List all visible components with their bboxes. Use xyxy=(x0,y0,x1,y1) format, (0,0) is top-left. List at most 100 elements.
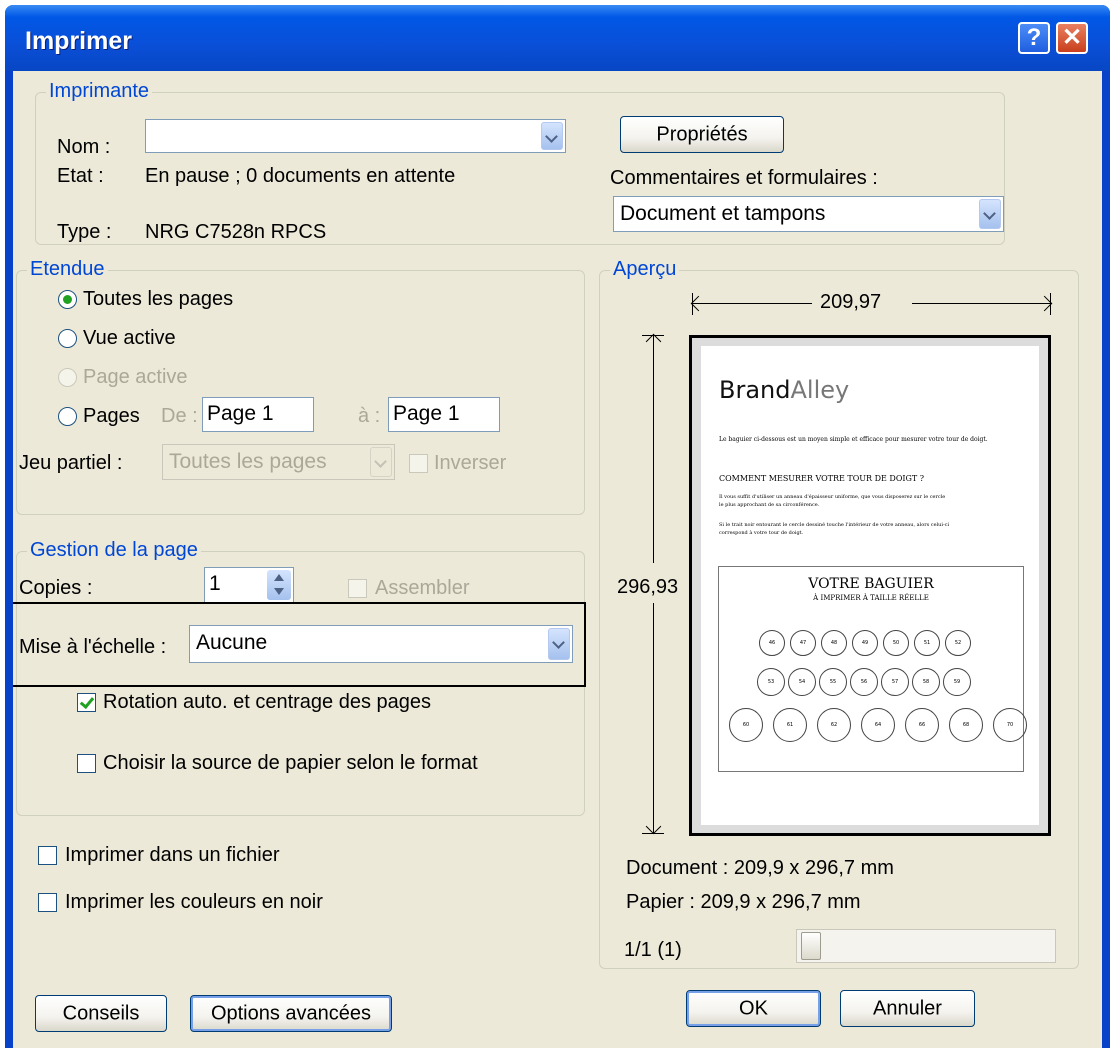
paper-source-checkbox[interactable] xyxy=(77,754,96,773)
preview-page: BrandAlley Le baguier ci-dessous est un … xyxy=(689,335,1051,836)
copies-stepper-icon[interactable] xyxy=(267,570,291,600)
subset-select[interactable]: Toutes les pages xyxy=(162,444,395,480)
printer-state-value: En pause ; 0 documents en attente xyxy=(145,165,456,187)
dialog-body: Imprimante Nom : Etat : En pause ; 0 doc… xyxy=(13,71,1102,1048)
close-icon[interactable]: ✕ xyxy=(1056,22,1088,54)
height-dimension-line-bottom xyxy=(653,603,654,833)
properties-button[interactable]: Propriétés xyxy=(620,116,784,153)
print-dialog: Imprimer ? ✕ Imprimante Nom : Etat : En … xyxy=(5,5,1110,1048)
height-dimension-label: 296,93 xyxy=(617,576,679,598)
document-size: Document : 209,9 x 296,7 mm xyxy=(626,857,894,879)
stepper-up-icon[interactable] xyxy=(274,574,284,581)
advanced-options-button-label: Options avancées xyxy=(210,1002,372,1024)
width-dimension-line-right xyxy=(912,303,1050,304)
subset-label: Jeu partiel : xyxy=(19,452,123,474)
paper-source-label[interactable]: Choisir la source de papier selon le for… xyxy=(103,752,478,775)
ring-size-circle: 57 xyxy=(881,668,909,696)
ring-size-circle: 48 xyxy=(821,630,847,656)
comments-value: Document et tampons xyxy=(620,202,826,225)
doc-para2-line2: correspond à votre tour de doigt. xyxy=(719,530,804,536)
ring-size-circle: 68 xyxy=(949,708,983,742)
arrow-down-icon xyxy=(645,818,662,835)
printer-type-label: Type : xyxy=(57,221,112,243)
auto-rotate-label[interactable]: Rotation auto. et centrage des pages xyxy=(103,691,431,714)
ring-size-circle: 49 xyxy=(852,630,878,656)
copies-value: 1 xyxy=(209,572,221,595)
scaling-value: Aucune xyxy=(196,631,268,654)
chevron-down-icon[interactable] xyxy=(979,199,1001,229)
width-dimension-line-left xyxy=(692,303,812,304)
brand-logo: BrandAlley xyxy=(719,376,849,404)
all-pages-radio[interactable] xyxy=(58,290,77,309)
chevron-down-icon[interactable] xyxy=(541,122,563,150)
all-pages-label[interactable]: Toutes les pages xyxy=(83,288,233,311)
collate-checkbox[interactable] xyxy=(348,579,367,598)
active-view-radio[interactable] xyxy=(58,329,77,348)
cancel-button[interactable]: Annuler xyxy=(840,990,975,1027)
printer-name-select[interactable] xyxy=(145,119,566,153)
printer-group-legend: Imprimante xyxy=(46,80,153,103)
collate-label[interactable]: Assembler xyxy=(375,577,469,600)
chevron-down-icon[interactable] xyxy=(548,628,570,660)
to-page-input[interactable]: Page 1 xyxy=(388,397,500,432)
tips-button[interactable]: Conseils xyxy=(35,995,167,1032)
ring-size-circle: 66 xyxy=(905,708,939,742)
doc-heading: COMMENT MESURER VOTRE TOUR DE DOIGT ? xyxy=(719,474,925,483)
ring-size-circle: 64 xyxy=(861,708,895,742)
scaling-select[interactable]: Aucune xyxy=(189,625,573,663)
cancel-button-label: Annuler xyxy=(873,997,942,1019)
print-black-checkbox[interactable] xyxy=(38,893,57,912)
ring-size-circle: 56 xyxy=(850,668,878,696)
preview-slider-track[interactable] xyxy=(796,929,1056,963)
ok-button[interactable]: OK xyxy=(686,990,821,1027)
copies-label: Copies : xyxy=(19,577,93,599)
ring-sizer-box: VOTRE BAGUIER À IMPRIMER À TAILLE RÉELLE… xyxy=(718,566,1027,773)
pages-radio[interactable] xyxy=(58,407,77,426)
ring-size-circle: 59 xyxy=(943,668,971,696)
reverse-checkbox[interactable] xyxy=(409,454,428,473)
ring-size-circle: 54 xyxy=(788,668,816,696)
active-page-label[interactable]: Page active xyxy=(83,366,188,389)
range-group-legend: Etendue xyxy=(27,258,108,281)
advanced-options-button[interactable]: Options avancées xyxy=(190,995,392,1032)
doc-para1-line1: Il vous suffit d'utiliser un anneau d'ép… xyxy=(719,494,946,500)
from-page-input[interactable]: Page 1 xyxy=(202,397,314,432)
stepper-down-icon[interactable] xyxy=(274,588,284,595)
active-page-radio[interactable] xyxy=(58,368,77,387)
chevron-down-icon[interactable] xyxy=(370,447,392,477)
to-label: à : xyxy=(358,405,381,427)
brand-logo-light: Alley xyxy=(790,376,850,404)
from-page-value: Page 1 xyxy=(207,402,274,425)
ring-size-circle: 46 xyxy=(759,630,785,656)
print-to-file-checkbox[interactable] xyxy=(38,846,57,865)
ring-size-circle: 60 xyxy=(729,708,763,742)
ring-size-circle: 70 xyxy=(993,708,1027,742)
preview-slider-thumb[interactable] xyxy=(801,932,821,960)
ring-rows: 46 47 48 49 50 51 52 53 54 55 56 57 58 59 60 61 62 64 66 68… xyxy=(719,567,1027,773)
ring-size-circle: 47 xyxy=(790,630,816,656)
pages-label[interactable]: Pages xyxy=(83,405,140,428)
page-counter: 1/1 (1) xyxy=(624,939,682,961)
doc-para2-line1: Si le trait noir entourant le cercle des… xyxy=(719,522,950,528)
page-handling-group-legend: Gestion de la page xyxy=(27,539,201,562)
title-bar[interactable]: Imprimer ? ✕ xyxy=(5,5,1110,71)
paper-size: Papier : 209,9 x 296,7 mm xyxy=(626,891,861,913)
printer-name-label: Nom : xyxy=(57,136,111,158)
doc-intro: Le baguier ci-dessous est un moyen simpl… xyxy=(719,436,988,443)
print-to-file-label[interactable]: Imprimer dans un fichier xyxy=(65,844,280,867)
ring-size-circle: 53 xyxy=(757,668,785,696)
reverse-label[interactable]: Inverser xyxy=(434,452,506,475)
copies-input[interactable]: 1 xyxy=(204,567,294,603)
doc-para1-line2: le plus approchant de sa circonférence. xyxy=(719,502,820,508)
comments-label: Commentaires et formulaires : xyxy=(610,167,878,189)
print-black-label[interactable]: Imprimer les couleurs en noir xyxy=(65,891,323,914)
auto-rotate-checkbox[interactable] xyxy=(77,693,96,712)
arrow-up-icon xyxy=(645,333,662,350)
width-dimension-label: 209,97 xyxy=(820,291,882,313)
tips-button-label: Conseils xyxy=(62,1002,140,1024)
arrow-left-icon xyxy=(690,295,707,312)
ring-size-circle: 50 xyxy=(883,630,909,656)
comments-select[interactable]: Document et tampons xyxy=(613,196,1004,232)
active-view-label[interactable]: Vue active xyxy=(83,327,176,350)
help-icon[interactable]: ? xyxy=(1018,22,1050,54)
